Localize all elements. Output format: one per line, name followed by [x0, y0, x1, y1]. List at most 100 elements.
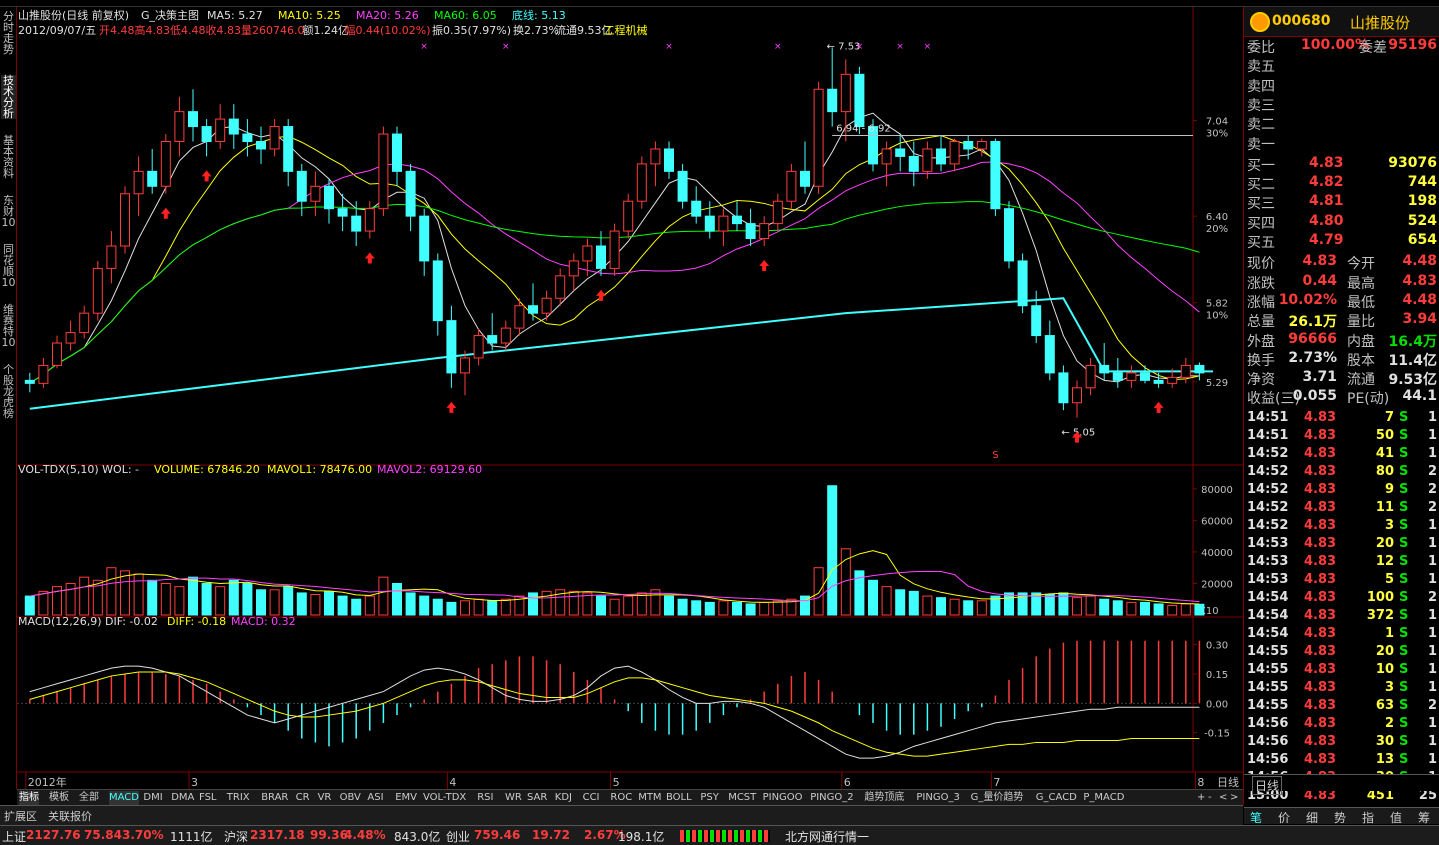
quote-tab-2[interactable]: 细 — [1306, 809, 1318, 826]
candle-body-8 — [133, 170, 144, 195]
market-strength-icon — [680, 830, 770, 842]
indicator-tab-21[interactable]: MTM — [638, 791, 661, 805]
quote-tab-4[interactable]: 指 — [1362, 809, 1374, 826]
indicator-tab-26[interactable]: PINGO_2 — [810, 791, 853, 805]
main-indicator-name: G_决策主图 — [141, 8, 199, 22]
indicator-tab-10[interactable]: VR — [318, 791, 332, 805]
chart-svg[interactable]: 山推股份(日线 前复权) G_决策主图 MA5: 5.27 MA10: 5.25 MA2… — [17, 7, 1243, 789]
indicator-tab-30[interactable]: G_CACD — [1036, 791, 1077, 805]
vol-bar-82 — [1140, 601, 1150, 616]
vol-bar-80 — [1112, 600, 1123, 616]
zoom-control-2[interactable]: < — [1219, 791, 1227, 805]
vol-bar-43 — [609, 598, 620, 616]
status-item-11: 759.46 — [474, 828, 521, 842]
left-tab-bar: 分时走势 技术分析 基本资料 东财10 同花顺10 维赛特10 个股龙虎榜 — [0, 7, 17, 789]
info-item-7: 幅0.44(10.02%) — [345, 24, 431, 37]
quote-tab-1[interactable]: 价 — [1278, 809, 1290, 826]
indicator-tab-9[interactable]: CR — [296, 791, 310, 805]
indicator-tab-24[interactable]: MCST — [728, 791, 756, 805]
tick-row: 14:55 4.83 20 S 1 — [1247, 644, 1437, 659]
candle-body-56 — [786, 170, 797, 202]
candle-body-57 — [800, 170, 810, 187]
indicator-tab-2[interactable]: 全部 — [79, 791, 99, 805]
status-item-10: 创业 — [446, 830, 471, 844]
indicator-tab-12[interactable]: ASI — [367, 791, 383, 805]
indicator-tab-5[interactable]: DMA — [171, 791, 194, 805]
candle-body-73 — [1017, 260, 1028, 307]
zoom-control-3[interactable]: > — [1230, 791, 1238, 805]
indicator-tab-19[interactable]: CCI — [583, 791, 600, 805]
candle-body-46 — [650, 148, 661, 165]
quote-tab-0[interactable]: 笔 — [1250, 809, 1262, 826]
candle-body-17 — [256, 141, 266, 150]
quote-tab-5[interactable]: 值 — [1390, 809, 1402, 826]
vol-bar-20 — [296, 592, 307, 616]
indicator-tab-4[interactable]: DMI — [143, 791, 162, 805]
indicator-tab-8[interactable]: BRAR — [261, 791, 288, 805]
tick-row: 14:53 4.83 5 S 1 — [1247, 572, 1437, 587]
indicator-tab-11[interactable]: OBV — [340, 791, 361, 805]
info-item-9: 换2.73% — [513, 23, 559, 37]
candle-body-39 — [555, 275, 566, 299]
indicator-tab-23[interactable]: PSY — [700, 791, 719, 805]
candle-body-16 — [242, 133, 253, 142]
indicator-tab-3[interactable]: MACD — [109, 791, 139, 805]
period-label[interactable]: 日线 — [1252, 776, 1283, 795]
indicator-tab-18[interactable]: KDJ — [555, 791, 572, 805]
indicator-tab-1[interactable]: 模板 — [49, 791, 69, 805]
sell-mark-1: × — [502, 42, 510, 52]
candle-body-45 — [636, 163, 647, 202]
candle-body-61 — [854, 73, 865, 128]
info-item-2: 高4.83 — [135, 23, 171, 37]
vol-tick-label: 20000 — [1201, 579, 1233, 590]
zoom-control-1[interactable]: - — [1208, 791, 1212, 805]
indicator-tab-27[interactable]: 趋势顶底 — [864, 791, 904, 805]
indicator-tab-6[interactable]: FSL — [199, 791, 217, 805]
linked-quote-tab[interactable]: 关联报价 — [48, 808, 92, 824]
candle-body-70 — [976, 141, 987, 150]
pct-tick-label: 30% — [1206, 129, 1228, 140]
quote-tab-6[interactable]: 筹 — [1418, 809, 1430, 826]
chart-area[interactable]: 山推股份(日线 前复权) G_决策主图 MA5: 5.27 MA10: 5.25 MA2… — [17, 7, 1243, 789]
vol-bar-21 — [310, 594, 321, 616]
indicator-tab-17[interactable]: SAR — [527, 791, 547, 805]
indicator-tab-16[interactable]: WR — [505, 791, 522, 805]
tab-weisaite[interactable]: 维赛特10 — [1, 304, 16, 348]
indicator-tab-20[interactable]: ROC — [610, 791, 632, 805]
pct-tick-label: 10% — [1206, 311, 1228, 322]
candle-body-14 — [215, 118, 226, 142]
candle-body-54 — [759, 223, 770, 240]
indicator-tab-0[interactable]: 指标 — [19, 791, 39, 805]
signal-label: S — [992, 450, 998, 461]
indicator-tab-7[interactable]: TRIX — [227, 791, 250, 805]
candle-body-68 — [949, 141, 960, 165]
tab-technical[interactable]: 技术分析 — [1, 75, 16, 119]
diff-label: DIFF: -0.18 — [167, 615, 226, 628]
candle-body-35 — [500, 327, 511, 344]
quote-tab-3[interactable]: 势 — [1334, 809, 1346, 826]
indicator-tab-22[interactable]: BOLL — [666, 791, 692, 805]
status-item-5: 沪深 — [224, 830, 249, 844]
candle-body-42 — [596, 245, 606, 269]
zoom-control-0[interactable]: + — [1197, 791, 1205, 805]
indicator-tab-14[interactable]: VOL-TDX — [423, 791, 466, 805]
candle-body-72 — [1004, 208, 1014, 262]
weibi-row: 委比 100.00% 委差 95196 — [1247, 37, 1437, 56]
tab-tonghuashun[interactable]: 同花顺10 — [1, 244, 16, 288]
indicator-tab-31[interactable]: P_MACD — [1083, 791, 1124, 805]
indicator-tab-15[interactable]: RSI — [477, 791, 493, 805]
indicator-tab-28[interactable]: PINGO_3 — [916, 791, 959, 805]
candle-body-38 — [541, 297, 552, 314]
indicator-tab-13[interactable]: EMV — [395, 791, 417, 805]
vol-bar-29 — [419, 595, 430, 616]
indicator-tab-25[interactable]: PINGOO — [763, 791, 803, 805]
vol-bar-1 — [38, 590, 49, 616]
tab-dragon-tiger[interactable]: 个股龙虎榜 — [1, 364, 16, 419]
candle-body-78 — [1085, 364, 1096, 389]
tab-intraday[interactable]: 分时走势 — [1, 11, 16, 55]
ext-area-tab[interactable]: 扩展区 — [4, 808, 37, 824]
tab-dongcai[interactable]: 东财10 — [1, 195, 16, 228]
indicator-tab-29[interactable]: G_量价趋势 — [971, 791, 1024, 805]
tab-fundamentals[interactable]: 基本资料 — [1, 135, 16, 179]
tick-row: 14:51 4.83 50 S 1 — [1247, 428, 1437, 443]
